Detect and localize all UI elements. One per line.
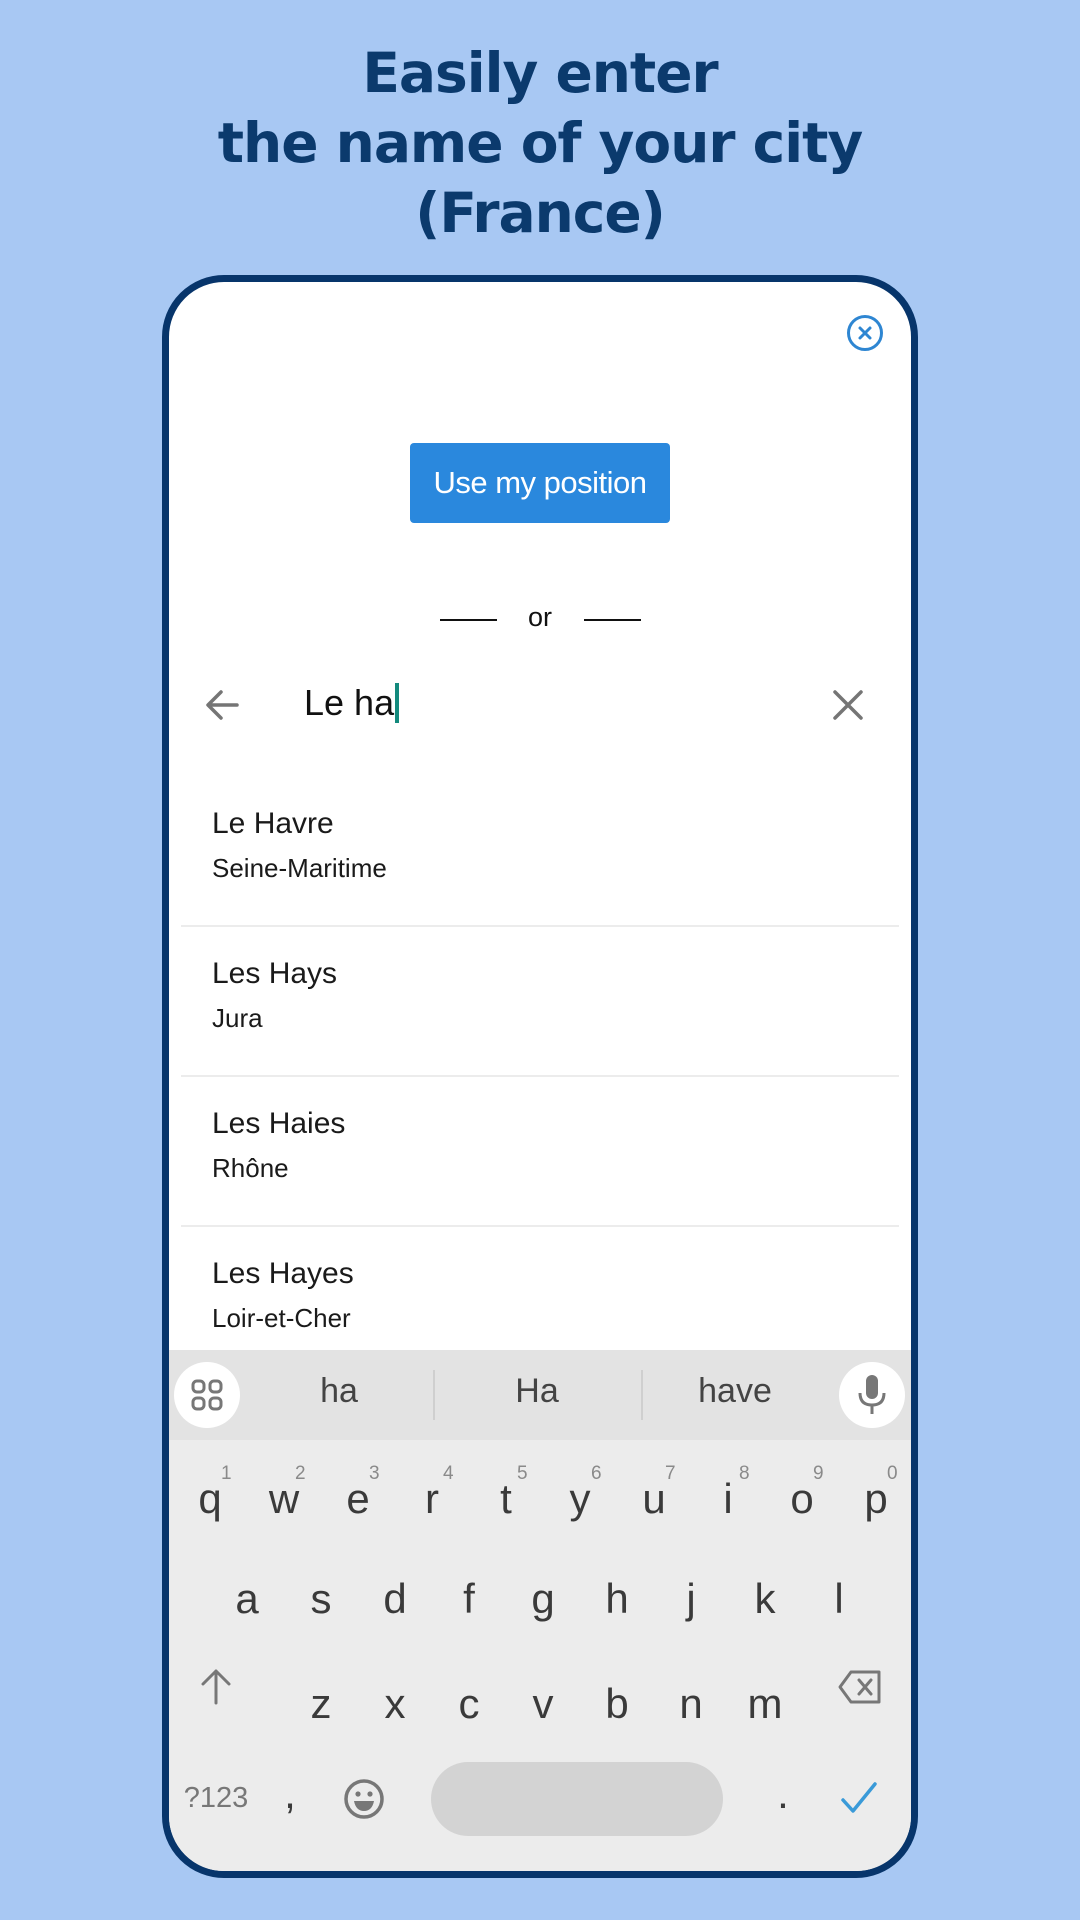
key-hint-4: 4 bbox=[443, 1463, 454, 1484]
separator-text: or bbox=[527, 602, 552, 632]
key-q[interactable]: q bbox=[173, 1475, 247, 1523]
close-circle-icon bbox=[858, 326, 872, 340]
result-item[interactable]: Les Hays Jura bbox=[181, 927, 899, 1077]
key-hint-3: 3 bbox=[369, 1463, 380, 1484]
close-dialog-button[interactable] bbox=[847, 315, 883, 351]
result-city: Les Hayes bbox=[212, 1257, 354, 1290]
space-key[interactable] bbox=[431, 1762, 723, 1836]
key-x[interactable]: x bbox=[358, 1680, 432, 1728]
suggestion-bar: ha Ha have bbox=[169, 1350, 911, 1440]
results-list: Le Havre Seine-Maritime Les Hays Jura Le… bbox=[169, 777, 911, 1377]
phone-frame: Use my position or Le ha Le Havre Seine-… bbox=[162, 275, 918, 1878]
grid-icon bbox=[191, 1379, 223, 1411]
backspace-icon bbox=[838, 1670, 881, 1704]
headline: Easily enter the name of your city (Fran… bbox=[0, 38, 1080, 248]
text-caret bbox=[395, 683, 400, 723]
key-s[interactable]: s bbox=[284, 1575, 358, 1623]
soft-keyboard: ha Ha have q1w2e3r4t5y6u7i8o9p0 asdfghjk… bbox=[169, 1350, 911, 1871]
key-o[interactable]: o bbox=[765, 1475, 839, 1523]
arrow-left-icon bbox=[206, 690, 239, 720]
key-c[interactable]: c bbox=[432, 1680, 506, 1728]
result-department: Jura bbox=[212, 1003, 263, 1033]
result-city: Le Havre bbox=[212, 807, 334, 840]
key-v[interactable]: v bbox=[506, 1680, 580, 1728]
search-input-value: Le ha bbox=[304, 682, 395, 723]
suggestion-divider bbox=[433, 1370, 435, 1420]
key-i[interactable]: i bbox=[691, 1475, 765, 1523]
headline-line-2: the name of your city bbox=[217, 111, 863, 175]
voice-input-button[interactable] bbox=[839, 1362, 905, 1428]
result-department: Loir-et-Cher bbox=[212, 1303, 351, 1333]
emoji-icon bbox=[344, 1779, 384, 1819]
suggestion-3[interactable]: have bbox=[635, 1372, 835, 1411]
key-j[interactable]: j bbox=[654, 1575, 728, 1623]
separator-line-right bbox=[584, 619, 641, 621]
key-hint-8: 8 bbox=[739, 1463, 750, 1484]
keyboard-apps-button[interactable] bbox=[174, 1362, 240, 1428]
symbols-key[interactable]: ?123 bbox=[179, 1782, 253, 1815]
close-icon bbox=[833, 690, 863, 720]
backspace-key[interactable] bbox=[823, 1667, 897, 1715]
key-hint-0: 0 bbox=[887, 1463, 898, 1484]
key-t[interactable]: t bbox=[469, 1475, 543, 1523]
key-l[interactable]: l bbox=[802, 1575, 876, 1623]
shift-key[interactable] bbox=[179, 1667, 253, 1715]
key-a[interactable]: a bbox=[210, 1575, 284, 1623]
checkmark-icon bbox=[841, 1782, 877, 1813]
key-m[interactable]: m bbox=[728, 1680, 802, 1728]
suggestion-1[interactable]: ha bbox=[239, 1372, 439, 1411]
key-w[interactable]: w bbox=[247, 1475, 321, 1523]
headline-line-1: Easily enter bbox=[362, 41, 718, 105]
key-hint-7: 7 bbox=[665, 1463, 676, 1484]
key-p[interactable]: p bbox=[839, 1475, 911, 1523]
key-g[interactable]: g bbox=[506, 1575, 580, 1623]
result-department: Seine-Maritime bbox=[212, 853, 387, 883]
key-e[interactable]: e bbox=[321, 1475, 395, 1523]
result-item[interactable]: Les Haies Rhône bbox=[181, 1077, 899, 1227]
city-search-input[interactable]: Le ha bbox=[304, 678, 804, 728]
key-k[interactable]: k bbox=[728, 1575, 802, 1623]
comma-key[interactable]: , bbox=[253, 1770, 327, 1818]
key-y[interactable]: y bbox=[543, 1475, 617, 1523]
microphone-icon bbox=[858, 1375, 886, 1414]
period-key[interactable]: . bbox=[746, 1770, 820, 1818]
clear-search-button[interactable] bbox=[831, 688, 865, 722]
result-department: Rhône bbox=[212, 1153, 289, 1183]
enter-key[interactable] bbox=[822, 1778, 896, 1828]
or-separator: or bbox=[169, 598, 911, 642]
headline-line-3: (France) bbox=[415, 181, 666, 245]
back-button[interactable] bbox=[203, 686, 241, 724]
shift-arrow-icon bbox=[201, 1669, 231, 1705]
suggestion-2[interactable]: Ha bbox=[437, 1372, 637, 1411]
key-f[interactable]: f bbox=[432, 1575, 506, 1623]
key-n[interactable]: n bbox=[654, 1680, 728, 1728]
result-item[interactable]: Le Havre Seine-Maritime bbox=[181, 777, 899, 927]
key-z[interactable]: z bbox=[284, 1680, 358, 1728]
key-r[interactable]: r bbox=[395, 1475, 469, 1523]
result-city: Les Hays bbox=[212, 957, 338, 990]
key-hint-1: 1 bbox=[221, 1463, 232, 1484]
emoji-key[interactable] bbox=[327, 1778, 401, 1830]
key-hint-5: 5 bbox=[517, 1463, 528, 1484]
search-bar: Le ha bbox=[169, 672, 911, 738]
use-my-position-button[interactable]: Use my position bbox=[410, 443, 670, 523]
key-b[interactable]: b bbox=[580, 1680, 654, 1728]
key-d[interactable]: d bbox=[358, 1575, 432, 1623]
key-hint-6: 6 bbox=[591, 1463, 602, 1484]
key-hint-2: 2 bbox=[295, 1463, 306, 1484]
key-u[interactable]: u bbox=[617, 1475, 691, 1523]
result-city: Les Haies bbox=[212, 1107, 346, 1140]
key-hint-9: 9 bbox=[813, 1463, 824, 1484]
key-h[interactable]: h bbox=[580, 1575, 654, 1623]
